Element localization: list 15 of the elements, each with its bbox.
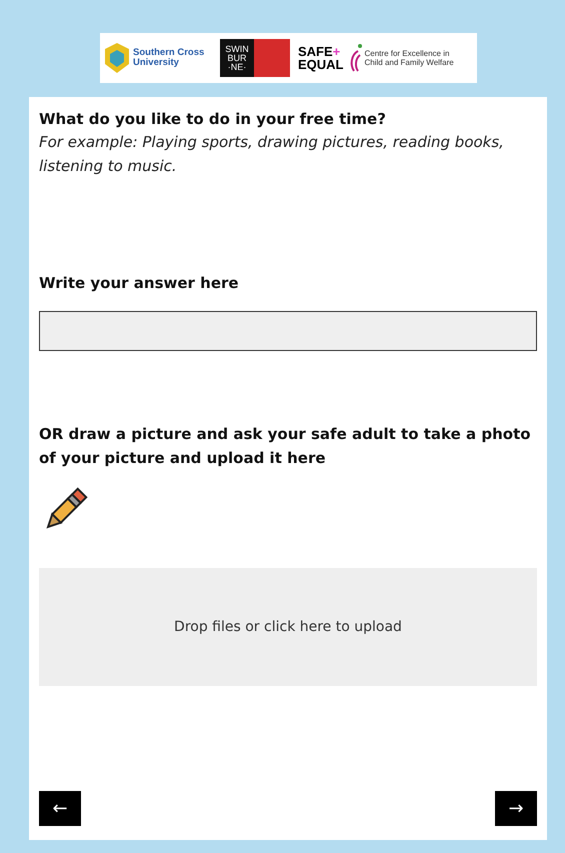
swinburne-logo: SWIN BUR ·NE· [220,39,254,77]
upload-label: OR draw a picture and ask your safe adult to take a photo of your picture and upload it here [39,424,532,468]
swirl-icon [348,43,362,73]
university-name: Southern Cross University [133,48,206,68]
example-text: For example: Playing sports, drawing pictures, reading books, listening to music. [39,132,505,177]
logo-panel [254,39,290,77]
question-title: What do you like to do in your free time? [39,109,387,130]
back-button[interactable]: ← [39,791,81,826]
upload-dropzone[interactable]: Drop files or click here to upload [39,568,537,686]
centre-name: Centre for Excellence in Child and Family Welfare [364,48,454,68]
safe-equal-logo: SAFE+ EQUAL [298,45,344,71]
answer-label: Write your answer here [39,273,240,294]
shield-icon [104,42,130,74]
answer-field[interactable] [39,311,537,352]
next-button[interactable]: → [495,791,537,826]
